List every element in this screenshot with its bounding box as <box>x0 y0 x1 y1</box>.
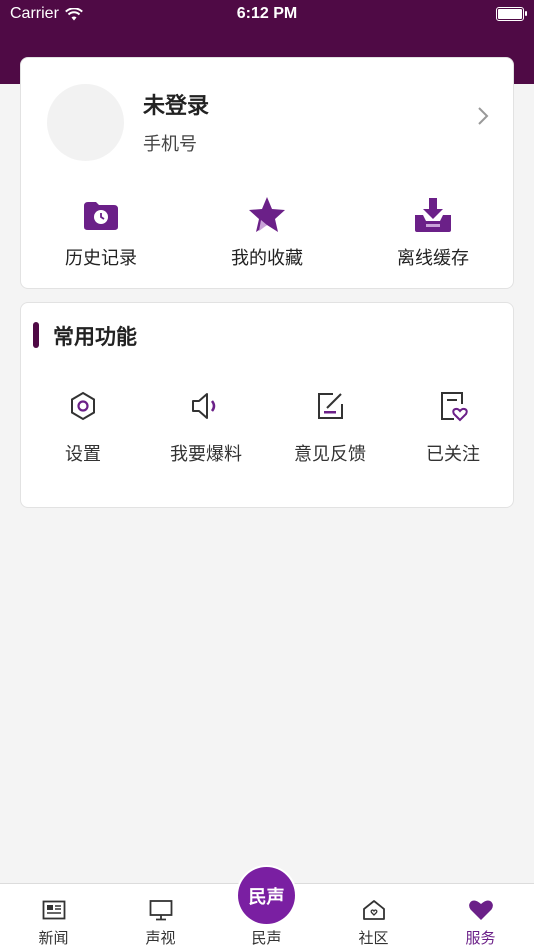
community-house-icon <box>362 900 385 920</box>
settings-label: 设置 <box>65 444 101 465</box>
tab-services-label: 服务 <box>465 929 496 947</box>
report-tip-button[interactable]: 我要爆料 <box>144 389 268 466</box>
chevron-right-icon[interactable] <box>477 106 489 126</box>
followed-heart-icon <box>441 392 468 422</box>
tab-community-label: 社区 <box>358 929 389 947</box>
section-accent-bar <box>33 322 39 348</box>
history-button[interactable]: 历史记录 <box>31 196 171 270</box>
section-title: 常用功能 <box>53 325 137 349</box>
favorites-button[interactable]: 我的收藏 <box>197 196 337 270</box>
avatar[interactable] <box>47 84 124 161</box>
phone-label: 手机号 <box>143 134 197 155</box>
star-icon <box>249 197 285 232</box>
favorites-label: 我的收藏 <box>231 248 303 269</box>
offline-cache-label: 离线缓存 <box>397 248 469 269</box>
clock: 6:12 PM <box>236 5 298 22</box>
settings-button[interactable]: 设置 <box>21 389 145 466</box>
status-bar: Carrier 6:12 PM <box>0 0 534 28</box>
common-functions-card: 常用功能 设置 我要爆料 意见反馈 已关注 <box>20 302 514 508</box>
tab-news[interactable]: 新闻 <box>0 884 107 948</box>
feedback-button[interactable]: 意见反馈 <box>268 389 392 466</box>
speaker-icon <box>192 393 216 419</box>
history-label: 历史记录 <box>65 248 137 269</box>
tab-news-label: 新闻 <box>38 929 69 947</box>
report-tip-label: 我要爆料 <box>170 444 242 465</box>
tab-minsheng-label: 民声 <box>251 929 282 947</box>
download-tray-icon <box>415 198 451 232</box>
login-status[interactable]: 未登录 <box>143 88 209 120</box>
tab-community[interactable]: 社区 <box>320 884 427 948</box>
followed-button[interactable]: 已关注 <box>391 389 515 466</box>
offline-cache-button[interactable]: 离线缓存 <box>363 196 503 270</box>
history-folder-icon <box>84 202 118 230</box>
edit-icon <box>318 393 343 419</box>
profile-card: 未登录 手机号 历史记录 我的收藏 离线缓存 <box>20 57 514 289</box>
tab-services[interactable]: 服务 <box>427 884 534 948</box>
heart-icon <box>468 900 493 920</box>
followed-label: 已关注 <box>426 444 480 465</box>
battery-icon <box>496 7 527 21</box>
tv-icon <box>149 900 172 921</box>
news-icon <box>42 900 65 920</box>
tab-video-label: 声视 <box>145 929 176 947</box>
feedback-label: 意见反馈 <box>294 444 366 465</box>
minsheng-logo-text: 民声 <box>248 886 285 908</box>
settings-hexagon-icon <box>71 391 95 421</box>
minsheng-logo-icon[interactable]: 民声 <box>238 867 295 924</box>
tab-video[interactable]: 声视 <box>107 884 214 948</box>
